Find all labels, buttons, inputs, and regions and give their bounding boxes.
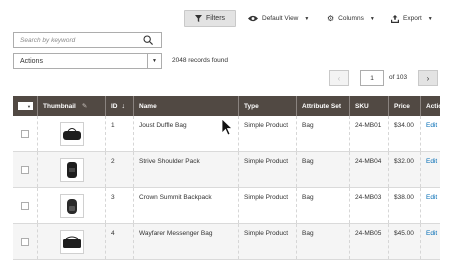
chevron-down-icon: ▼ bbox=[304, 15, 310, 22]
column-header-name[interactable]: Name bbox=[134, 96, 239, 116]
backpack-icon bbox=[66, 198, 77, 214]
row-checkbox[interactable] bbox=[21, 201, 29, 210]
mass-select-header[interactable]: ▼ bbox=[13, 96, 38, 116]
edit-link[interactable]: Edit bbox=[426, 230, 437, 237]
mouse-cursor-icon bbox=[221, 118, 233, 136]
column-header-id[interactable]: ID ↓ bbox=[106, 96, 134, 116]
next-page-button[interactable]: › bbox=[418, 70, 438, 86]
shoulder-pack-icon bbox=[66, 161, 77, 178]
chevron-down-icon: ▼ bbox=[369, 15, 375, 22]
edit-link[interactable]: Edit bbox=[426, 158, 437, 165]
edit-link[interactable]: Edit bbox=[426, 122, 437, 129]
chevron-down-icon: ▼ bbox=[427, 15, 433, 22]
chevron-left-icon: ‹ bbox=[337, 73, 341, 83]
column-header-sku[interactable]: SKU bbox=[350, 96, 389, 116]
search-input[interactable] bbox=[14, 33, 134, 47]
product-thumbnail[interactable] bbox=[59, 229, 84, 254]
chevron-down-icon: ▼ bbox=[147, 54, 161, 68]
row-checkbox[interactable] bbox=[21, 237, 29, 246]
table-row[interactable]: 4 Wayfarer Messenger Bag Simple Product … bbox=[13, 224, 440, 260]
actions-dropdown[interactable]: Actions ▼ bbox=[13, 53, 162, 69]
page-number-input[interactable] bbox=[360, 70, 384, 86]
grid-header: ▼ Thumbnail ✎ ID ↓ Name Type Attribute S… bbox=[13, 96, 447, 116]
duffle-bag-icon bbox=[62, 127, 81, 140]
column-header-thumbnail[interactable]: Thumbnail ✎ bbox=[38, 96, 106, 116]
table-row[interactable]: 2 Strive Shoulder Pack Simple Product Ba… bbox=[13, 152, 440, 188]
filters-button[interactable]: Filters bbox=[184, 10, 236, 27]
column-header-type[interactable]: Type bbox=[239, 96, 297, 116]
column-header-price[interactable]: Price bbox=[389, 96, 421, 116]
export-dropdown[interactable]: Export ▼ bbox=[391, 10, 433, 27]
eye-icon bbox=[248, 15, 258, 22]
gear-icon: ⚙ bbox=[327, 14, 335, 23]
total-pages-label: of 103 bbox=[389, 74, 408, 81]
view-dropdown[interactable]: Default View ▼ bbox=[248, 10, 309, 27]
product-thumbnail[interactable] bbox=[59, 193, 84, 218]
previous-page-button[interactable]: ‹ bbox=[329, 70, 349, 86]
export-icon bbox=[391, 14, 399, 23]
messenger-bag-icon bbox=[62, 236, 81, 248]
table-row[interactable]: 3 Crown Summit Backpack Simple Product B… bbox=[13, 188, 440, 224]
records-count: 2048 records found bbox=[172, 57, 229, 64]
row-checkbox[interactable] bbox=[21, 165, 29, 174]
grid-toolbar: Filters Default View ▼ ⚙ Columns ▼ Expor… bbox=[0, 10, 454, 28]
sort-arrow-icon: ↓ bbox=[121, 102, 126, 110]
mass-select-dropdown[interactable]: ▼ bbox=[18, 102, 33, 110]
chevron-right-icon: › bbox=[426, 73, 430, 83]
column-header-attribute-set[interactable]: Attribute Set bbox=[297, 96, 350, 116]
actions-label: Actions bbox=[20, 57, 43, 65]
product-thumbnail[interactable] bbox=[59, 157, 84, 182]
column-header-action: Action bbox=[426, 102, 447, 110]
edit-link[interactable]: Edit bbox=[426, 194, 437, 201]
filters-label: Filters bbox=[205, 15, 226, 22]
view-label: Default View bbox=[262, 15, 299, 22]
columns-dropdown[interactable]: ⚙ Columns ▼ bbox=[327, 10, 375, 27]
row-checkbox[interactable] bbox=[21, 129, 29, 138]
export-label: Export bbox=[403, 15, 422, 22]
search-icon[interactable] bbox=[143, 35, 153, 45]
filter-icon bbox=[194, 15, 202, 22]
keyword-search bbox=[13, 32, 162, 48]
product-thumbnail[interactable] bbox=[59, 121, 84, 146]
pencil-icon: ✎ bbox=[81, 103, 88, 110]
columns-label: Columns bbox=[338, 15, 364, 22]
